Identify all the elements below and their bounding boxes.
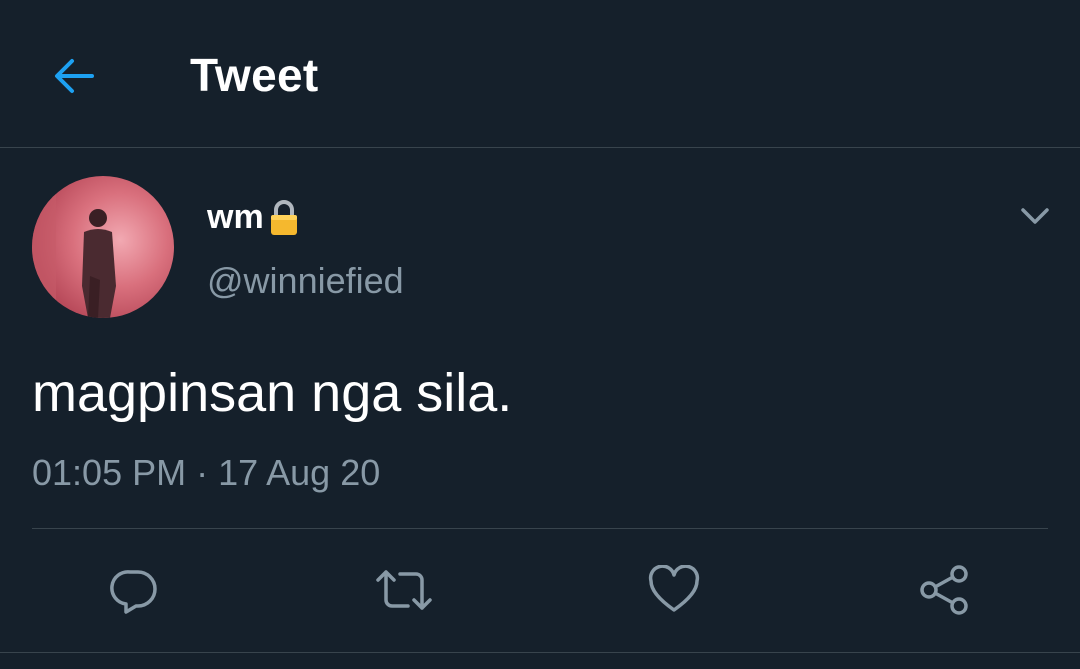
share-button[interactable] xyxy=(914,560,974,620)
avatar-image xyxy=(32,176,174,318)
divider xyxy=(32,528,1048,529)
tweet-time: 01:05 PM xyxy=(32,452,187,493)
meta-separator: · xyxy=(196,452,209,493)
bottom-divider xyxy=(0,652,1080,653)
tweet-timestamp: 01:05 PM · 17 Aug 20 xyxy=(32,452,380,494)
tweet-date: 17 Aug 20 xyxy=(218,452,381,493)
tweet-detail-screen: Tweet wm @winniefied magpinsan nga sila.… xyxy=(0,0,1080,669)
avatar[interactable] xyxy=(32,176,174,318)
tweet-menu-button[interactable] xyxy=(1012,198,1058,234)
reply-icon xyxy=(110,570,157,614)
like-button[interactable] xyxy=(644,560,704,620)
retweet-button[interactable] xyxy=(374,560,434,620)
author-handle[interactable]: @winniefied xyxy=(207,260,404,302)
arrow-left-icon xyxy=(55,59,94,93)
chevron-down-icon xyxy=(1021,208,1049,224)
tweet-text: magpinsan nga sila. xyxy=(32,363,513,423)
author-name-text: wm xyxy=(207,198,264,236)
author-display-name[interactable]: wm xyxy=(207,198,300,237)
top-bar: Tweet xyxy=(0,0,1080,148)
page-title: Tweet xyxy=(190,49,319,101)
share-icon xyxy=(920,565,968,615)
back-button[interactable] xyxy=(44,48,104,104)
lock-icon xyxy=(268,199,300,237)
tweet-actions-bar xyxy=(0,560,1080,620)
retweet-icon xyxy=(376,570,432,610)
reply-button[interactable] xyxy=(104,560,164,620)
like-icon xyxy=(648,565,700,612)
